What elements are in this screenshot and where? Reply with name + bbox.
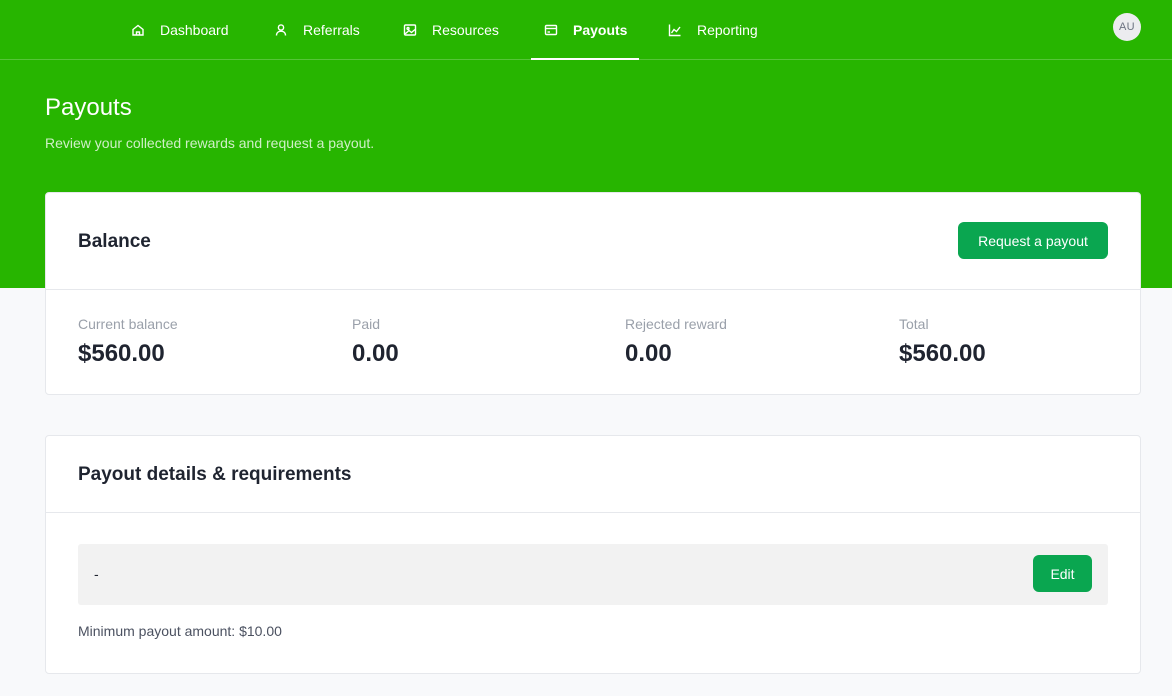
home-icon: [131, 23, 145, 37]
nav-item-payouts[interactable]: Payouts: [530, 0, 641, 60]
stat-value: $560.00: [78, 340, 165, 367]
nav-label: Payouts: [573, 22, 628, 38]
payout-details-title: Payout details & requirements: [78, 464, 352, 485]
page-title: Payouts: [45, 94, 132, 121]
wallet-icon: [544, 23, 558, 37]
nav-label: Reporting: [697, 22, 758, 38]
chart-line-icon: [668, 23, 682, 37]
nav-label: Referrals: [303, 22, 360, 38]
stat-label: Paid: [352, 316, 381, 332]
page-subtitle: Review your collected rewards and reques…: [45, 135, 375, 151]
stat-value: 0.00: [352, 340, 399, 367]
user-avatar[interactable]: AU: [1113, 13, 1141, 41]
nav-item-reporting[interactable]: Reporting: [668, 0, 758, 60]
stat-paid: Paid 0.00: [352, 316, 399, 368]
stat-value: $560.00: [899, 340, 986, 367]
edit-button[interactable]: Edit: [1033, 555, 1092, 592]
payout-method-box: - Edit: [78, 544, 1108, 605]
minimum-payout-text: Minimum payout amount: $10.00: [78, 623, 282, 639]
stat-current-balance: Current balance $560.00: [78, 316, 178, 368]
balance-card-header: Balance Request a payout: [46, 193, 1140, 290]
image-icon: [403, 23, 417, 37]
stat-label: Current balance: [78, 316, 178, 332]
payout-details-header: Payout details & requirements: [46, 436, 1140, 513]
nav-item-dashboard[interactable]: Dashboard: [131, 0, 229, 60]
payout-method-value: -: [94, 566, 99, 582]
stat-total: Total $560.00: [899, 316, 986, 368]
stat-value: 0.00: [625, 340, 672, 367]
request-payout-button[interactable]: Request a payout: [958, 222, 1108, 259]
stat-label: Total: [899, 316, 929, 332]
balance-title: Balance: [78, 231, 151, 252]
user-icon: [274, 23, 288, 37]
nav-label: Resources: [432, 22, 499, 38]
nav-item-resources[interactable]: Resources: [403, 0, 499, 60]
nav-item-referrals[interactable]: Referrals: [274, 0, 360, 60]
payout-details-card: Payout details & requirements - Edit Min…: [45, 435, 1141, 674]
top-navigation: Dashboard Referrals Resources Payouts Re…: [0, 0, 1172, 60]
stat-rejected-reward: Rejected reward 0.00: [625, 316, 727, 368]
balance-card: Balance Request a payout Current balance…: [45, 192, 1141, 395]
stat-label: Rejected reward: [625, 316, 727, 332]
nav-label: Dashboard: [160, 22, 229, 38]
